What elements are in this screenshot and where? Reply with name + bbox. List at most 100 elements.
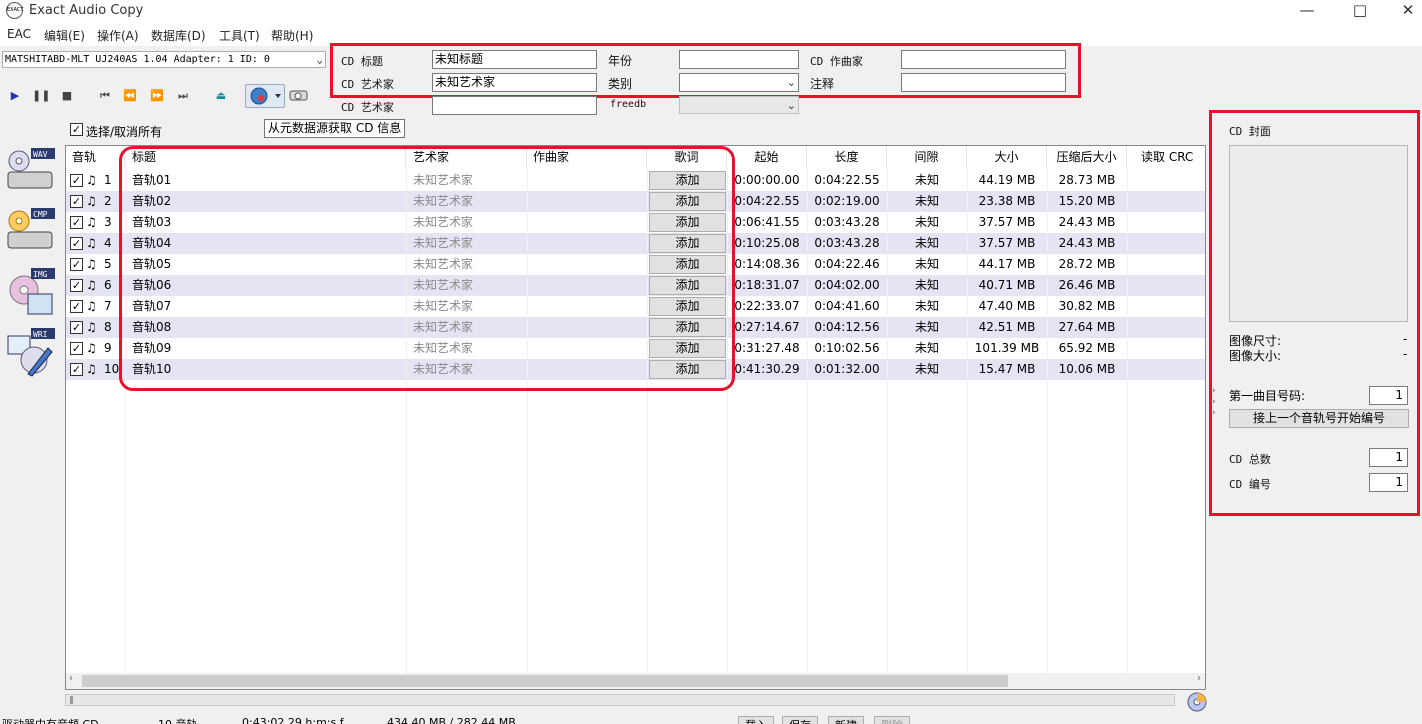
year-input[interactable] [679, 50, 799, 69]
col-header-crc[interactable]: 读取 CRC [1127, 146, 1205, 168]
track-crc [1127, 296, 1205, 317]
freedb-select: ⌄ [679, 96, 799, 114]
total-cds-input[interactable]: 1 [1369, 448, 1408, 467]
track-checkbox[interactable]: ✓ [70, 258, 83, 271]
title-bar [0, 0, 1422, 22]
chevron-down-icon: ⌄ [786, 99, 796, 112]
genre-label: 类别 [608, 77, 633, 91]
track-crc [1127, 170, 1205, 191]
progress-slider[interactable] [65, 694, 1175, 706]
collapse-panel-icon[interactable]: › › › [1212, 386, 1220, 426]
maximize-button[interactable]: □ [1337, 0, 1383, 22]
menu-eac[interactable]: EAC [7, 27, 31, 41]
track-checkbox[interactable]: ✓ [70, 363, 83, 376]
column-divider [1127, 168, 1128, 678]
cd-artist-input-2[interactable] [432, 96, 597, 115]
col-header-length[interactable]: 长度 [807, 146, 887, 168]
load-button[interactable]: 载入 [738, 716, 774, 724]
pause-icon[interactable]: ❚❚ [32, 88, 50, 104]
img-disc-icon: IMG [9, 268, 55, 315]
select-all-label: 选择/取消所有 [86, 125, 163, 139]
track-length: 0:04:22.55 [814, 173, 880, 187]
select-all-checkbox[interactable]: ✓ [70, 123, 83, 136]
track-size: 47.40 MB [978, 299, 1036, 313]
rewind-icon[interactable]: ⏪ [121, 88, 139, 104]
track-checkbox[interactable]: ✓ [70, 321, 83, 334]
comment-input[interactable] [901, 73, 1066, 92]
composer-input[interactable] [901, 50, 1066, 69]
col-header-start[interactable]: 起始 [727, 146, 807, 168]
slider-handle[interactable] [70, 696, 73, 704]
track-length: 0:10:02.56 [814, 341, 880, 355]
col-header-track[interactable]: 音轨 [66, 146, 125, 168]
menu-edit[interactable]: 编辑(E) [44, 27, 85, 44]
previous-track-icon[interactable]: ⏮ [96, 88, 114, 104]
track-start: 0:31:27.48 [734, 341, 800, 355]
horizontal-scrollbar[interactable]: ‹ › [66, 673, 1205, 689]
cmp-drive-icon: CMP [7, 208, 55, 249]
col-header-gap[interactable]: 间隙 [887, 146, 967, 168]
continue-numbering-button[interactable]: 接上一个音轨号开始编号 [1229, 409, 1409, 428]
play-icon[interactable]: ▶ [6, 88, 24, 104]
music-note-icon: ♫ [86, 362, 97, 376]
track-crc [1127, 359, 1205, 380]
track-checkbox[interactable]: ✓ [70, 342, 83, 355]
cd-artist-label-2: CD 艺术家 [341, 101, 394, 114]
cmp-tag: CMP [33, 210, 48, 219]
track-checkbox[interactable]: ✓ [70, 279, 83, 292]
cd-number-input[interactable]: 1 [1369, 473, 1408, 492]
stop-icon[interactable]: ■ [58, 88, 76, 104]
next-track-icon[interactable]: ⏭ [174, 88, 192, 104]
close-button[interactable]: ✕ [1385, 0, 1422, 22]
track-checkbox[interactable]: ✓ [70, 174, 83, 187]
menu-database[interactable]: 数据库(D) [151, 27, 206, 44]
copy-wav-button[interactable]: WAV [6, 148, 56, 198]
track-size: 15.47 MB [978, 362, 1036, 376]
menu-action[interactable]: 操作(A) [97, 27, 139, 44]
write-cd-button[interactable]: WRI [6, 328, 56, 378]
new-button[interactable]: 新建 [828, 716, 864, 724]
first-track-input[interactable]: 1 [1369, 386, 1408, 405]
scroll-left-icon[interactable]: ‹ [69, 673, 73, 684]
minimize-button[interactable]: — [1284, 0, 1330, 22]
track-length: 0:04:22.46 [814, 257, 880, 271]
track-checkbox[interactable]: ✓ [70, 300, 83, 313]
track-size: 42.51 MB [978, 320, 1036, 334]
copy-image-button[interactable]: IMG [6, 268, 56, 318]
metadata-fetch-button[interactable] [245, 84, 285, 108]
track-length: 0:04:41.60 [814, 299, 880, 313]
menu-tools[interactable]: 工具(T) [219, 27, 260, 44]
cd-cover-image[interactable] [1229, 145, 1408, 322]
track-checkbox[interactable]: ✓ [70, 195, 83, 208]
genre-select[interactable]: ⌄ [679, 73, 799, 92]
scroll-right-icon[interactable]: › [1197, 673, 1201, 684]
drive-options-button[interactable] [288, 86, 310, 106]
menu-help[interactable]: 帮助(H) [271, 27, 313, 44]
eject-icon[interactable]: ⏏ [212, 88, 230, 104]
track-crc [1127, 212, 1205, 233]
copy-compressed-button[interactable]: CMP [6, 208, 56, 258]
chevron-down-icon: ⌄ [786, 76, 796, 89]
track-length: 0:03:43.28 [814, 215, 880, 229]
cd-title-label: CD 标题 [341, 55, 383, 68]
track-csize: 26.46 MB [1058, 278, 1116, 292]
drive-select[interactable]: MATSHITABD-MLT UJ240AS 1.04 Adapter: 1 I… [2, 51, 326, 68]
track-gap: 未知 [914, 215, 939, 229]
cd-title-input[interactable]: 未知标题 [432, 50, 597, 69]
track-length: 0:02:19.00 [814, 194, 880, 208]
freedb-label: freedb [610, 99, 647, 110]
track-checkbox[interactable]: ✓ [70, 237, 83, 250]
track-start: 0:14:08.36 [734, 257, 800, 271]
cd-artist-input[interactable]: 未知艺术家 [432, 73, 597, 92]
fast-forward-icon[interactable]: ⏩ [148, 88, 166, 104]
scrollbar-thumb[interactable] [82, 675, 1008, 687]
col-header-size[interactable]: 大小 [967, 146, 1047, 168]
image-size-value: - [1403, 347, 1408, 361]
track-checkbox[interactable]: ✓ [70, 216, 83, 229]
col-header-compressed-size[interactable]: 压缩后大小 [1047, 146, 1127, 168]
column-divider [887, 168, 888, 678]
save-button[interactable]: 保存 [782, 716, 818, 724]
composer-label: CD 作曲家 [810, 55, 863, 68]
column-divider [967, 168, 968, 678]
track-start: 0:22:33.07 [734, 299, 800, 313]
